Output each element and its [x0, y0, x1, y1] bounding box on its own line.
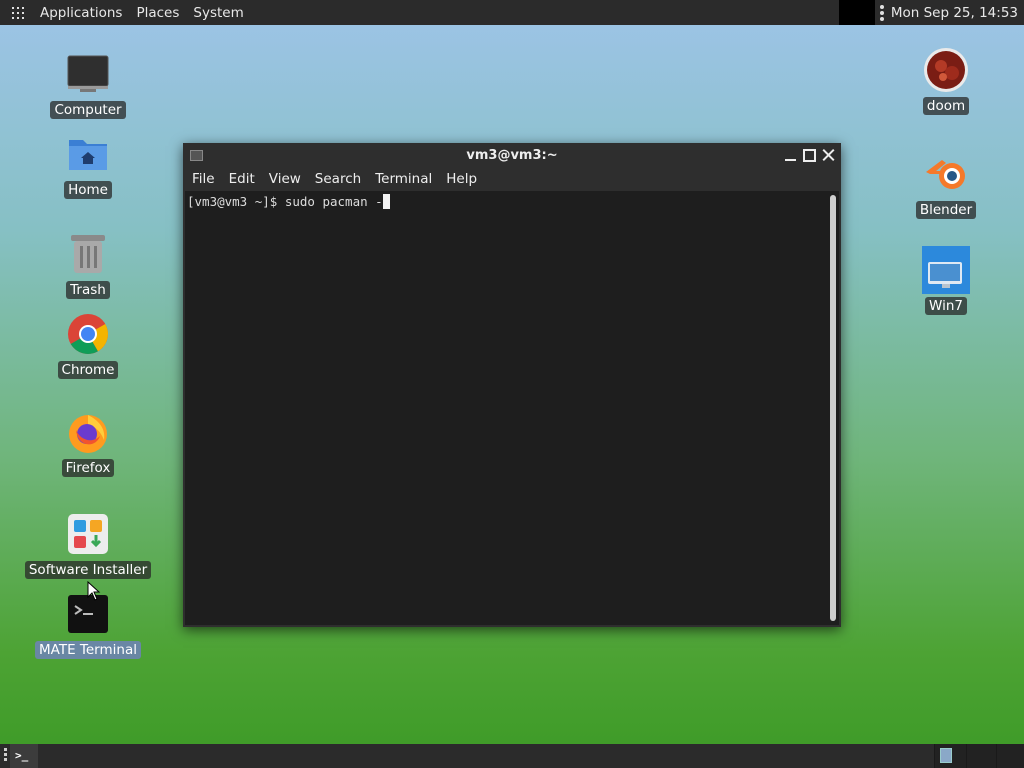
desktop-icon-label: Chrome: [57, 361, 119, 379]
menu-help[interactable]: Help: [439, 171, 484, 187]
top-panel: Applications Places System Mon Sep 25, 1…: [0, 0, 1024, 25]
desktop-icon-label: MATE Terminal: [35, 641, 141, 659]
places-menu[interactable]: Places: [129, 5, 186, 21]
menu-terminal[interactable]: Terminal: [368, 171, 439, 187]
terminal-body[interactable]: [vm3@vm3 ~]$ sudo pacman -: [185, 191, 839, 625]
home-folder-icon: [64, 130, 112, 178]
window-menu-icon[interactable]: [190, 149, 203, 161]
bottom-panel: >_: [0, 744, 1024, 768]
terminal-scrollbar[interactable]: [830, 195, 836, 621]
desktop-icon-home[interactable]: Home: [28, 130, 148, 199]
maximize-button[interactable]: [803, 148, 816, 162]
workspace-3[interactable]: [996, 744, 1024, 768]
desktop-icon-doom[interactable]: doom: [886, 46, 1006, 115]
text-cursor: [382, 194, 390, 209]
menu-search[interactable]: Search: [308, 171, 368, 187]
desktop-icon-firefox[interactable]: Firefox: [28, 408, 148, 477]
software-installer-icon: [64, 510, 112, 558]
panel-right: Mon Sep 25, 14:53: [838, 0, 1024, 25]
workspace-1[interactable]: [934, 744, 966, 768]
desktop-icon-label: Blender: [915, 201, 977, 219]
terminal-menubar: File Edit View Search Terminal Help: [183, 167, 841, 191]
desktop-icon-chrome[interactable]: Chrome: [28, 310, 148, 379]
desktop-icon-label: Trash: [66, 281, 110, 299]
doom-icon: [922, 46, 970, 94]
desktop-icon-blender[interactable]: Blender: [886, 150, 1006, 219]
desktop-icon-label: Win7: [925, 297, 967, 315]
taskbar-terminal-button[interactable]: >_: [10, 744, 38, 768]
close-button[interactable]: [822, 149, 835, 162]
clock[interactable]: Mon Sep 25, 14:53: [891, 5, 1024, 21]
computer-icon: [64, 50, 112, 98]
workspace-switcher[interactable]: [838, 0, 875, 25]
firefox-icon: [64, 408, 112, 456]
desktop-icon-label: Computer: [50, 101, 126, 119]
win7-icon: [922, 246, 970, 294]
prompt-line: [vm3@vm3 ~]$ sudo pacman -: [187, 194, 383, 209]
desktop-icon-trash[interactable]: Trash: [28, 230, 148, 299]
desktop-icon-software-installer[interactable]: Software Installer: [24, 510, 152, 579]
desktop-icon-label: Software Installer: [24, 561, 152, 579]
terminal-titlebar[interactable]: vm3@vm3:~: [183, 143, 841, 167]
chrome-icon: [64, 310, 112, 358]
workspace-2[interactable]: [966, 744, 998, 768]
mouse-pointer-icon: [87, 581, 101, 601]
terminal-prompt-icon: >_: [15, 749, 29, 762]
system-menu[interactable]: System: [186, 5, 250, 21]
blender-icon: [922, 150, 970, 198]
trash-icon: [64, 230, 112, 278]
desktop-icon-computer[interactable]: Computer: [28, 50, 148, 119]
menu-edit[interactable]: Edit: [222, 171, 262, 187]
menu-file[interactable]: File: [185, 171, 222, 187]
app-grid-icon[interactable]: [12, 6, 24, 19]
desktop-icon-label: doom: [922, 97, 970, 115]
applications-menu[interactable]: Applications: [33, 5, 129, 21]
panel-handle-icon[interactable]: [4, 748, 7, 761]
desktop-icon-label: Home: [64, 181, 112, 199]
desktop-icon-label: Firefox: [61, 459, 115, 477]
window-controls: [784, 148, 835, 162]
minimize-button[interactable]: [784, 149, 797, 162]
menu-view[interactable]: View: [262, 171, 308, 187]
more-vertical-icon[interactable]: [879, 4, 884, 21]
desktop-icon-win7[interactable]: Win7: [886, 246, 1006, 315]
terminal-output: [vm3@vm3 ~]$ sudo pacman -: [187, 194, 390, 209]
window-title: vm3@vm3:~: [466, 147, 558, 163]
terminal-window[interactable]: vm3@vm3:~ File Edit View Search Terminal…: [183, 143, 841, 627]
